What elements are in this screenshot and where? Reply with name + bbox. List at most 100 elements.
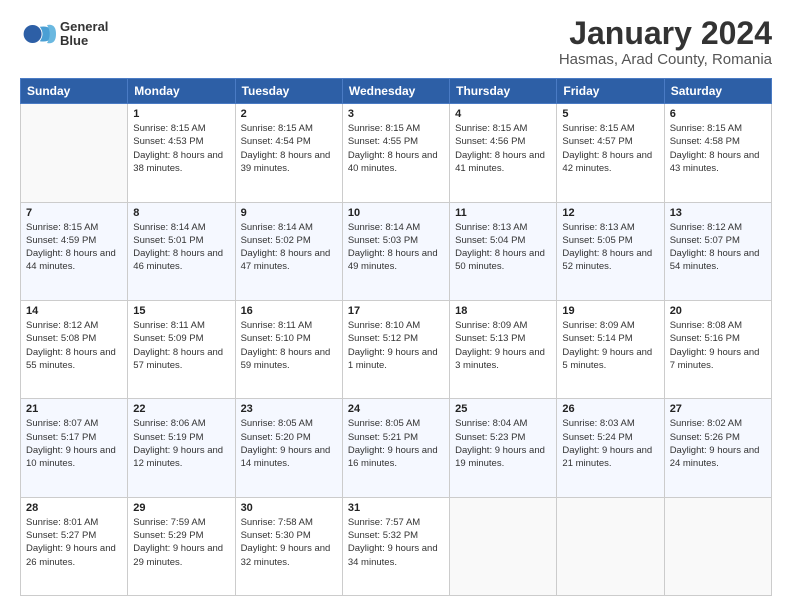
calendar-cell-2-3: 17 Sunrise: 8:10 AMSunset: 5:12 PMDayligh…: [342, 300, 449, 398]
day-number: 9: [241, 207, 337, 219]
calendar-cell-1-6: 13Sunrise: 8:12 AMSunset: 5:07 PMDayligh…: [664, 202, 771, 300]
calendar-cell-2-6: 20 Sunrise: 8:08 AMSunset: 5:16 PMDayligh…: [664, 300, 771, 398]
calendar-header-friday: Friday: [557, 79, 664, 104]
day-number: 5: [562, 108, 658, 120]
day-number: 30: [241, 502, 337, 514]
day-number: 22: [133, 403, 229, 415]
day-number: 27: [670, 403, 766, 415]
calendar-cell-1-4: 11 Sunrise: 8:13 AMSunset: 5:04 PMDayligh…: [450, 202, 557, 300]
day-info: Sunrise: 8:11 AMSunset: 5:09 PMDaylight:…: [133, 319, 229, 372]
title-block: January 2024 Hasmas, Arad County, Romani…: [559, 16, 772, 68]
logo-text: General Blue: [60, 20, 108, 49]
day-info: Sunrise: 7:57 AMSunset: 5:32 PMDaylight:…: [348, 516, 444, 569]
calendar-header-tuesday: Tuesday: [235, 79, 342, 104]
day-info: Sunrise: 8:05 AMSunset: 5:20 PMDaylight:…: [241, 417, 337, 470]
day-info: Sunrise: 8:10 AMSunset: 5:12 PMDaylight:…: [348, 319, 444, 372]
calendar-header-wednesday: Wednesday: [342, 79, 449, 104]
calendar-cell-4-2: 30 Sunrise: 7:58 AMSunset: 5:30 PMDayligh…: [235, 497, 342, 595]
day-info: Sunrise: 8:09 AMSunset: 5:13 PMDaylight:…: [455, 319, 551, 372]
calendar-cell-2-2: 16 Sunrise: 8:11 AMSunset: 5:10 PMDayligh…: [235, 300, 342, 398]
day-number: 6: [670, 108, 766, 120]
calendar-cell-0-3: 3Sunrise: 8:15 AMSunset: 4:55 PMDaylight…: [342, 104, 449, 202]
day-number: 28: [26, 502, 122, 514]
day-number: 20: [670, 305, 766, 317]
day-number: 23: [241, 403, 337, 415]
calendar-header-monday: Monday: [128, 79, 235, 104]
day-info: Sunrise: 8:02 AMSunset: 5:26 PMDaylight:…: [670, 417, 766, 470]
day-info: Sunrise: 7:59 AMSunset: 5:29 PMDaylight:…: [133, 516, 229, 569]
calendar-cell-1-0: 7Sunrise: 8:15 AMSunset: 4:59 PMDaylight…: [21, 202, 128, 300]
calendar-cell-4-5: [557, 497, 664, 595]
calendar-table: SundayMondayTuesdayWednesdayThursdayFrid…: [20, 78, 772, 596]
calendar-cell-3-6: 27 Sunrise: 8:02 AMSunset: 5:26 PMDayligh…: [664, 399, 771, 497]
calendar-cell-4-6: [664, 497, 771, 595]
day-info: Sunrise: 8:13 AMSunset: 5:05 PMDaylight:…: [562, 221, 658, 274]
day-info: Sunrise: 8:09 AMSunset: 5:14 PMDaylight:…: [562, 319, 658, 372]
day-info: Sunrise: 8:05 AMSunset: 5:21 PMDaylight:…: [348, 417, 444, 470]
day-info: Sunrise: 8:14 AMSunset: 5:02 PMDaylight:…: [241, 221, 337, 274]
day-number: 11: [455, 207, 551, 219]
day-info: Sunrise: 8:14 AMSunset: 5:03 PMDaylight:…: [348, 221, 444, 274]
logo-icon: [20, 16, 56, 52]
page: General Blue January 2024 Hasmas, Arad C…: [0, 0, 792, 612]
calendar-cell-1-1: 8Sunrise: 8:14 AMSunset: 5:01 PMDaylight…: [128, 202, 235, 300]
calendar-week-3: 21 Sunrise: 8:07 AMSunset: 5:17 PMDayligh…: [21, 399, 772, 497]
calendar-cell-4-1: 29 Sunrise: 7:59 AMSunset: 5:29 PMDayligh…: [128, 497, 235, 595]
calendar-cell-2-0: 14Sunrise: 8:12 AMSunset: 5:08 PMDayligh…: [21, 300, 128, 398]
calendar-week-2: 14Sunrise: 8:12 AMSunset: 5:08 PMDayligh…: [21, 300, 772, 398]
calendar-header-saturday: Saturday: [664, 79, 771, 104]
logo: General Blue: [20, 16, 108, 52]
day-info: Sunrise: 8:11 AMSunset: 5:10 PMDaylight:…: [241, 319, 337, 372]
logo-line1: General: [60, 20, 108, 34]
day-info: Sunrise: 8:08 AMSunset: 5:16 PMDaylight:…: [670, 319, 766, 372]
day-info: Sunrise: 8:07 AMSunset: 5:17 PMDaylight:…: [26, 417, 122, 470]
header: General Blue January 2024 Hasmas, Arad C…: [20, 16, 772, 68]
calendar-cell-3-4: 25Sunrise: 8:04 AMSunset: 5:23 PMDayligh…: [450, 399, 557, 497]
day-number: 2: [241, 108, 337, 120]
day-info: Sunrise: 8:12 AMSunset: 5:07 PMDaylight:…: [670, 221, 766, 274]
day-info: Sunrise: 8:03 AMSunset: 5:24 PMDaylight:…: [562, 417, 658, 470]
calendar-cell-3-0: 21 Sunrise: 8:07 AMSunset: 5:17 PMDayligh…: [21, 399, 128, 497]
day-info: Sunrise: 8:04 AMSunset: 5:23 PMDaylight:…: [455, 417, 551, 470]
calendar-cell-0-4: 4Sunrise: 8:15 AMSunset: 4:56 PMDaylight…: [450, 104, 557, 202]
calendar-cell-1-3: 10 Sunrise: 8:14 AMSunset: 5:03 PMDayligh…: [342, 202, 449, 300]
calendar-week-0: 1 Sunrise: 8:15 AMSunset: 4:53 PMDaylight…: [21, 104, 772, 202]
calendar-cell-3-1: 22 Sunrise: 8:06 AMSunset: 5:19 PMDayligh…: [128, 399, 235, 497]
calendar-week-1: 7Sunrise: 8:15 AMSunset: 4:59 PMDaylight…: [21, 202, 772, 300]
calendar-header-row: SundayMondayTuesdayWednesdayThursdayFrid…: [21, 79, 772, 104]
calendar-cell-2-1: 15Sunrise: 8:11 AMSunset: 5:09 PMDayligh…: [128, 300, 235, 398]
day-number: 19: [562, 305, 658, 317]
logo-line2: Blue: [60, 34, 108, 48]
day-info: Sunrise: 7:58 AMSunset: 5:30 PMDaylight:…: [241, 516, 337, 569]
calendar-cell-0-6: 6 Sunrise: 8:15 AMSunset: 4:58 PMDaylight…: [664, 104, 771, 202]
calendar-cell-4-4: [450, 497, 557, 595]
day-number: 10: [348, 207, 444, 219]
calendar-week-4: 28 Sunrise: 8:01 AMSunset: 5:27 PMDayligh…: [21, 497, 772, 595]
calendar-cell-4-3: 31Sunrise: 7:57 AMSunset: 5:32 PMDayligh…: [342, 497, 449, 595]
day-info: Sunrise: 8:15 AMSunset: 4:58 PMDaylight:…: [670, 122, 766, 175]
day-info: Sunrise: 8:15 AMSunset: 4:53 PMDaylight:…: [133, 122, 229, 175]
day-number: 16: [241, 305, 337, 317]
day-info: Sunrise: 8:13 AMSunset: 5:04 PMDaylight:…: [455, 221, 551, 274]
calendar-header-sunday: Sunday: [21, 79, 128, 104]
day-info: Sunrise: 8:01 AMSunset: 5:27 PMDaylight:…: [26, 516, 122, 569]
day-number: 26: [562, 403, 658, 415]
day-info: Sunrise: 8:12 AMSunset: 5:08 PMDaylight:…: [26, 319, 122, 372]
calendar-cell-3-5: 26 Sunrise: 8:03 AMSunset: 5:24 PMDayligh…: [557, 399, 664, 497]
calendar-cell-4-0: 28 Sunrise: 8:01 AMSunset: 5:27 PMDayligh…: [21, 497, 128, 595]
calendar-cell-1-2: 9 Sunrise: 8:14 AMSunset: 5:02 PMDaylight…: [235, 202, 342, 300]
calendar-header-thursday: Thursday: [450, 79, 557, 104]
calendar-cell-1-5: 12 Sunrise: 8:13 AMSunset: 5:05 PMDayligh…: [557, 202, 664, 300]
calendar-cell-2-4: 18 Sunrise: 8:09 AMSunset: 5:13 PMDayligh…: [450, 300, 557, 398]
day-number: 18: [455, 305, 551, 317]
day-info: Sunrise: 8:14 AMSunset: 5:01 PMDaylight:…: [133, 221, 229, 274]
day-info: Sunrise: 8:06 AMSunset: 5:19 PMDaylight:…: [133, 417, 229, 470]
day-number: 17: [348, 305, 444, 317]
day-number: 21: [26, 403, 122, 415]
day-info: Sunrise: 8:15 AMSunset: 4:55 PMDaylight:…: [348, 122, 444, 175]
day-number: 29: [133, 502, 229, 514]
calendar-cell-3-3: 24Sunrise: 8:05 AMSunset: 5:21 PMDayligh…: [342, 399, 449, 497]
day-number: 1: [133, 108, 229, 120]
day-number: 7: [26, 207, 122, 219]
day-number: 12: [562, 207, 658, 219]
